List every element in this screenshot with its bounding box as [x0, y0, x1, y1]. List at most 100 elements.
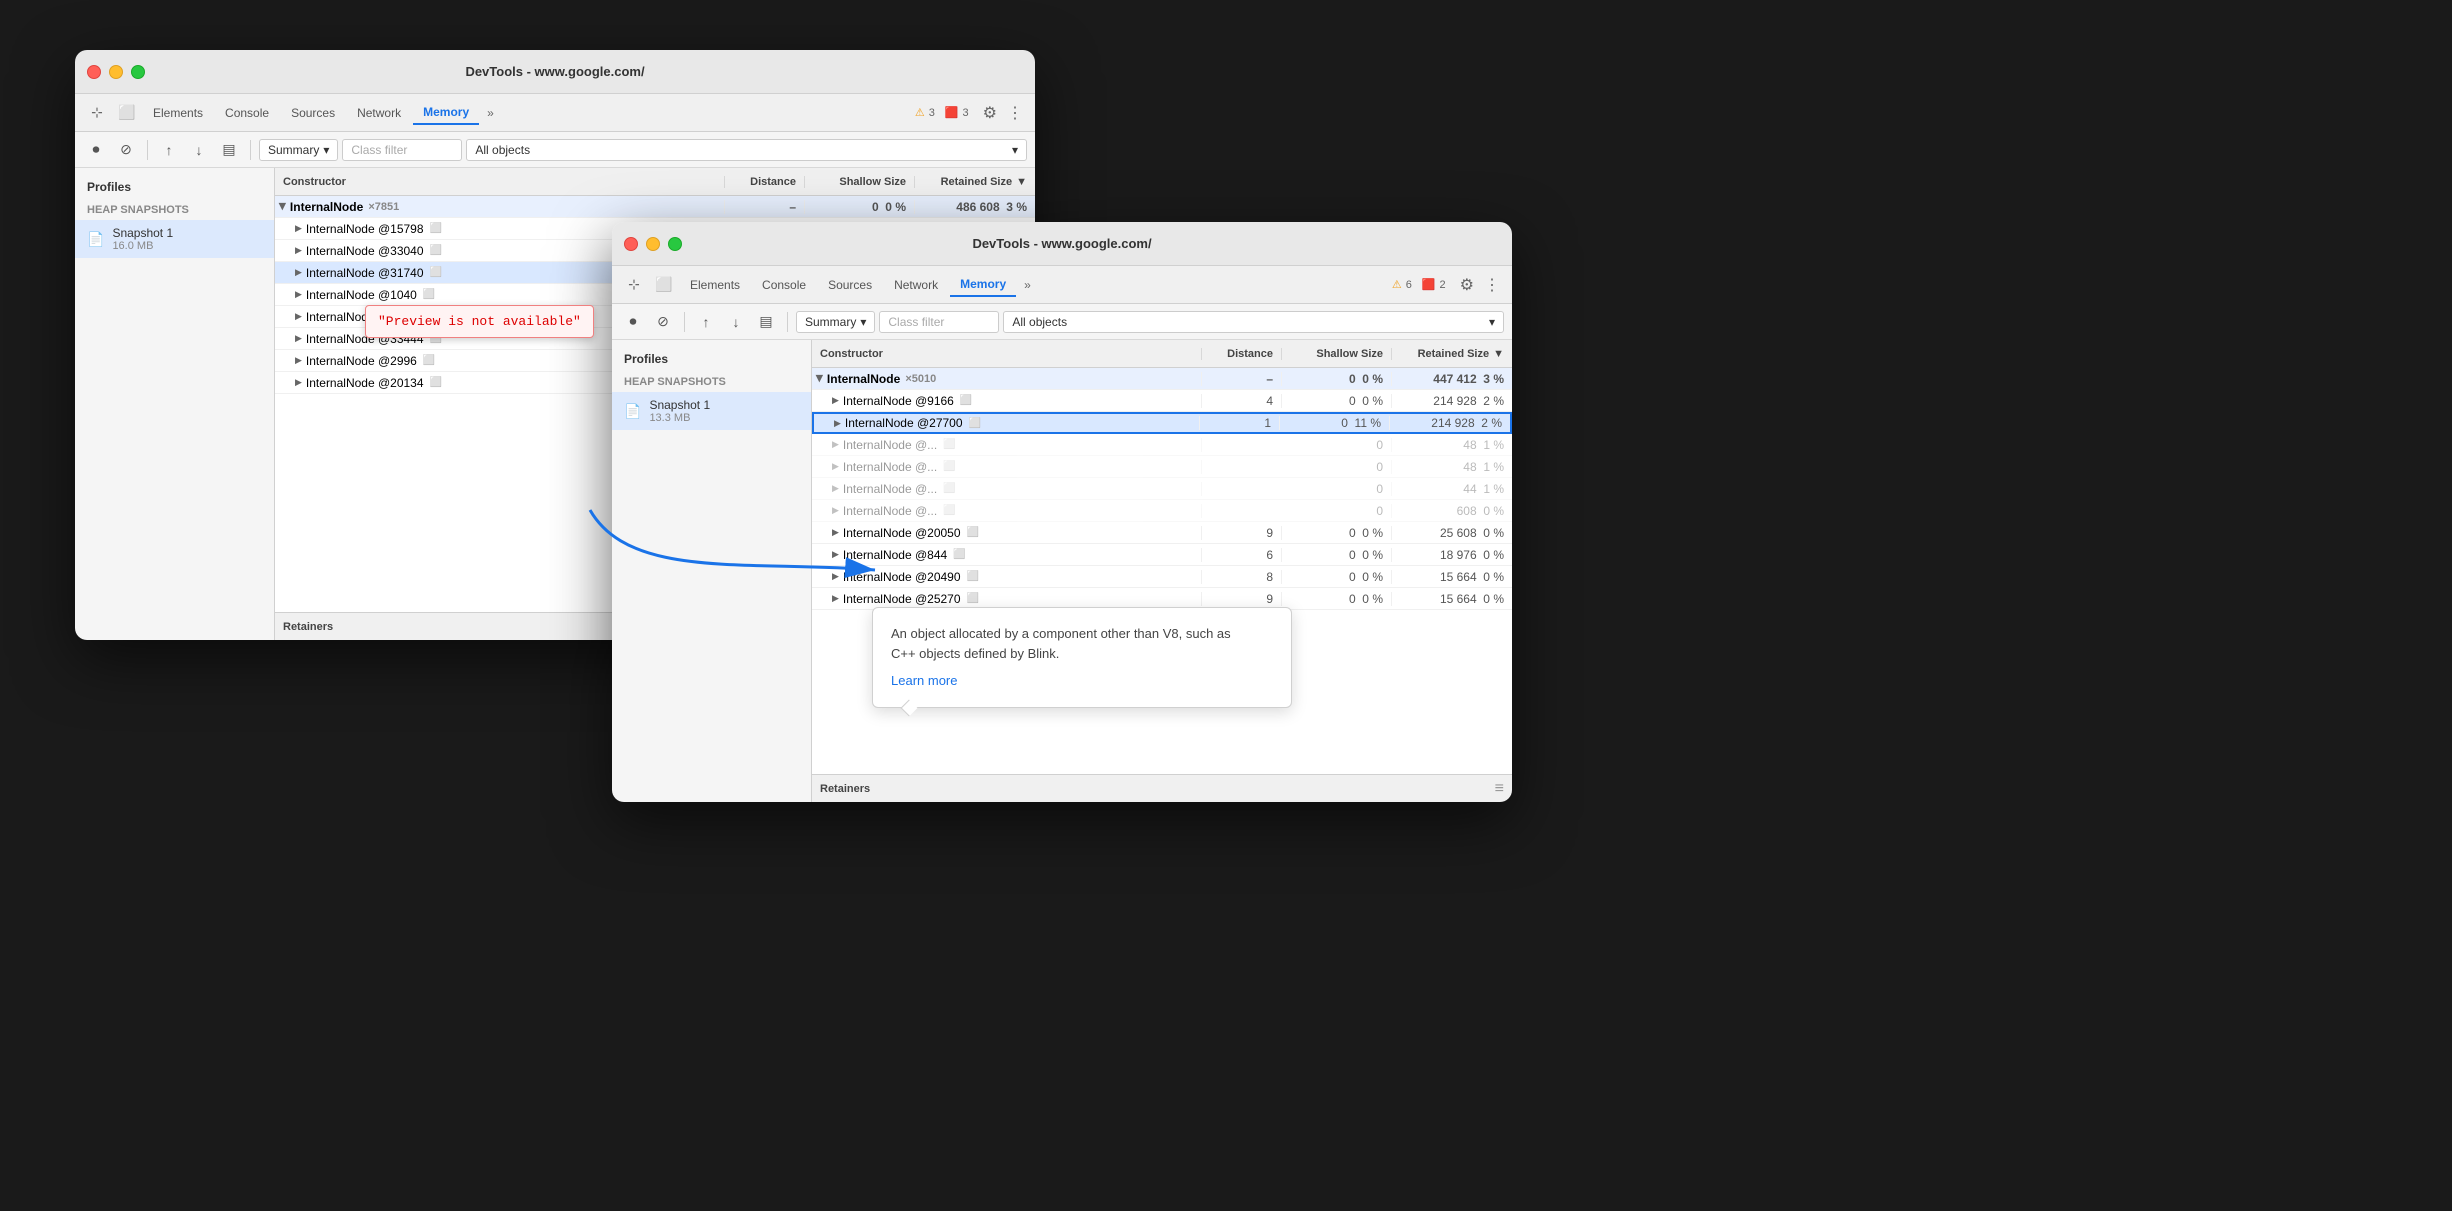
tab-sources-1[interactable]: Sources	[281, 102, 345, 124]
table-header-2: Constructor Distance Shallow Size Retain…	[812, 340, 1512, 368]
maximize-button-1[interactable]	[131, 65, 145, 79]
gear-icon-1[interactable]: ⚙	[979, 99, 1001, 127]
tab-more-1[interactable]: »	[481, 102, 500, 124]
expand-arrow[interactable]: ▶	[832, 527, 839, 538]
expand-arrow[interactable]: ▶	[832, 505, 839, 516]
learn-more-link[interactable]: Learn more	[891, 673, 957, 688]
close-button-1[interactable]	[87, 65, 101, 79]
device-icon-2[interactable]: ⬜	[650, 271, 678, 299]
minimize-button-2[interactable]	[646, 237, 660, 251]
snapshot-size-1: 16.0 MB	[112, 240, 173, 252]
table-row[interactable]: ▶ InternalNode @27700 ⬜ 1 0 11 % 214 928…	[812, 412, 1512, 434]
error-badge-1: 🟥 3	[945, 106, 969, 119]
tab-sources-2[interactable]: Sources	[818, 274, 882, 296]
tab-bar-2: ⊹ ⬜ Elements Console Sources Network Mem…	[612, 266, 1512, 304]
expand-arrow[interactable]: ▶	[832, 461, 839, 472]
stop-button-1[interactable]: ⊘	[113, 137, 139, 163]
th-constructor-2: Constructor	[812, 348, 1202, 360]
table-row[interactable]: ▶ InternalNode ×7851 – 0 0 % 486 608 3 %	[275, 196, 1035, 218]
minimize-button-1[interactable]	[109, 65, 123, 79]
gear-icon-2[interactable]: ⚙	[1456, 271, 1478, 299]
stop-button-2[interactable]: ⊘	[650, 309, 676, 335]
warning-badge-1: ⚠ 3	[915, 106, 935, 119]
all-objects-dropdown-2[interactable]: All objects ▾	[1003, 311, 1504, 333]
window-title-1: DevTools - www.google.com/	[465, 64, 644, 79]
snapshot-file-icon-1: 📄	[87, 231, 104, 248]
expand-arrow[interactable]: ▶	[295, 311, 302, 322]
inspector-icon[interactable]: ⊹	[83, 99, 111, 127]
devtools-window-2: DevTools - www.google.com/ ⊹ ⬜ Elements …	[612, 222, 1512, 802]
expand-arrow[interactable]: ▶	[295, 223, 302, 234]
expand-arrow[interactable]: ▶	[295, 355, 302, 366]
close-button-2[interactable]	[624, 237, 638, 251]
expand-arrow[interactable]: ▶	[295, 267, 302, 278]
download-button-1[interactable]: ↓	[186, 137, 212, 163]
table-row[interactable]: ▶ InternalNode @9166 ⬜ 4 0 0 % 214 928 2…	[812, 390, 1512, 412]
tab-memory-1[interactable]: Memory	[413, 101, 479, 125]
upload-button-2[interactable]: ↑	[693, 309, 719, 335]
more-options-2[interactable]: ⋮	[1480, 271, 1504, 299]
th-retained-1[interactable]: Retained Size ▼	[915, 176, 1035, 188]
summary-dropdown-2[interactable]: Summary ▾	[796, 311, 875, 333]
expand-arrow[interactable]: ▶	[832, 593, 839, 604]
class-filter-1[interactable]: Class filter	[342, 139, 462, 161]
sidebar-2: Profiles HEAP SNAPSHOTS 📄 Snapshot 1 13.…	[612, 340, 812, 802]
table-row[interactable]: ▶ InternalNode @... ⬜ 0 48 1 %	[812, 456, 1512, 478]
maximize-button-2[interactable]	[668, 237, 682, 251]
expand-arrow[interactable]: ▶	[832, 549, 839, 560]
th-retained-2[interactable]: Retained Size ▼	[1392, 348, 1512, 360]
expand-arrow[interactable]: ▶	[814, 375, 825, 382]
main-content-2: Profiles HEAP SNAPSHOTS 📄 Snapshot 1 13.…	[612, 340, 1512, 802]
tab-console-1[interactable]: Console	[215, 102, 279, 124]
record-button-2[interactable]: ⏺	[620, 309, 646, 335]
summary-dropdown-1[interactable]: Summary ▾	[259, 139, 338, 161]
clear-button-2[interactable]: ▤	[753, 309, 779, 335]
preview-tooltip-text: "Preview is not available"	[378, 314, 581, 329]
profiles-label-2: Profiles	[612, 340, 811, 372]
snapshot-info-2: Snapshot 1 13.3 MB	[649, 398, 710, 424]
expand-arrow[interactable]: ▶	[277, 203, 288, 210]
snapshot-item-2[interactable]: 📄 Snapshot 1 13.3 MB	[612, 392, 811, 430]
expand-arrow[interactable]: ▶	[295, 245, 302, 256]
table-row[interactable]: ▶ InternalNode ×5010 – 0 0 % 447 412 3 %	[812, 368, 1512, 390]
expand-arrow[interactable]: ▶	[295, 289, 302, 300]
tab-network-1[interactable]: Network	[347, 102, 411, 124]
download-button-2[interactable]: ↓	[723, 309, 749, 335]
tab-more-2[interactable]: »	[1018, 274, 1037, 296]
all-objects-dropdown-1[interactable]: All objects ▾	[466, 139, 1027, 161]
table-row[interactable]: ▶ InternalNode @... ⬜ 0 48 1 %	[812, 434, 1512, 456]
record-button-1[interactable]: ⏺	[83, 137, 109, 163]
device-icon[interactable]: ⬜	[113, 99, 141, 127]
tab-elements-1[interactable]: Elements	[143, 102, 213, 124]
heap-snapshots-label-1: HEAP SNAPSHOTS	[75, 200, 274, 220]
inspector-icon-2[interactable]: ⊹	[620, 271, 648, 299]
tab-network-2[interactable]: Network	[884, 274, 948, 296]
table-row[interactable]: ▶ InternalNode @20490 ⬜ 8 0 0 % 15 664 0…	[812, 566, 1512, 588]
sep-4	[787, 312, 788, 332]
tab-bar-1: ⊹ ⬜ Elements Console Sources Network Mem…	[75, 94, 1035, 132]
table-row[interactable]: ▶ InternalNode @... ⬜ 0 44 1 %	[812, 478, 1512, 500]
tab-elements-2[interactable]: Elements	[680, 274, 750, 296]
expand-arrow[interactable]: ▶	[295, 377, 302, 388]
clear-button-1[interactable]: ▤	[216, 137, 242, 163]
upload-button-1[interactable]: ↑	[156, 137, 182, 163]
table-row[interactable]: ▶ InternalNode @... ⬜ 0 608 0 %	[812, 500, 1512, 522]
table-body-2: ▶ InternalNode ×5010 – 0 0 % 447 412 3 %…	[812, 368, 1512, 774]
expand-arrow[interactable]: ▶	[834, 418, 841, 429]
th-distance-1: Distance	[725, 176, 805, 188]
th-shallow-2: Shallow Size	[1282, 348, 1392, 360]
table-row[interactable]: ▶ InternalNode @20050 ⬜ 9 0 0 % 25 608 0…	[812, 522, 1512, 544]
heap-snapshots-label-2: HEAP SNAPSHOTS	[612, 372, 811, 392]
expand-arrow[interactable]: ▶	[832, 571, 839, 582]
class-filter-2[interactable]: Class filter	[879, 311, 999, 333]
expand-arrow[interactable]: ▶	[832, 439, 839, 450]
error-badge-2: 🟥 2	[1422, 278, 1446, 291]
tab-memory-2[interactable]: Memory	[950, 273, 1016, 297]
expand-arrow[interactable]: ▶	[832, 483, 839, 494]
tab-console-2[interactable]: Console	[752, 274, 816, 296]
expand-arrow[interactable]: ▶	[832, 395, 839, 406]
snapshot-item-1[interactable]: 📄 Snapshot 1 16.0 MB	[75, 220, 274, 258]
table-row[interactable]: ▶ InternalNode @844 ⬜ 6 0 0 % 18 976 0 %	[812, 544, 1512, 566]
more-options-1[interactable]: ⋮	[1003, 99, 1027, 127]
expand-arrow[interactable]: ▶	[295, 333, 302, 344]
